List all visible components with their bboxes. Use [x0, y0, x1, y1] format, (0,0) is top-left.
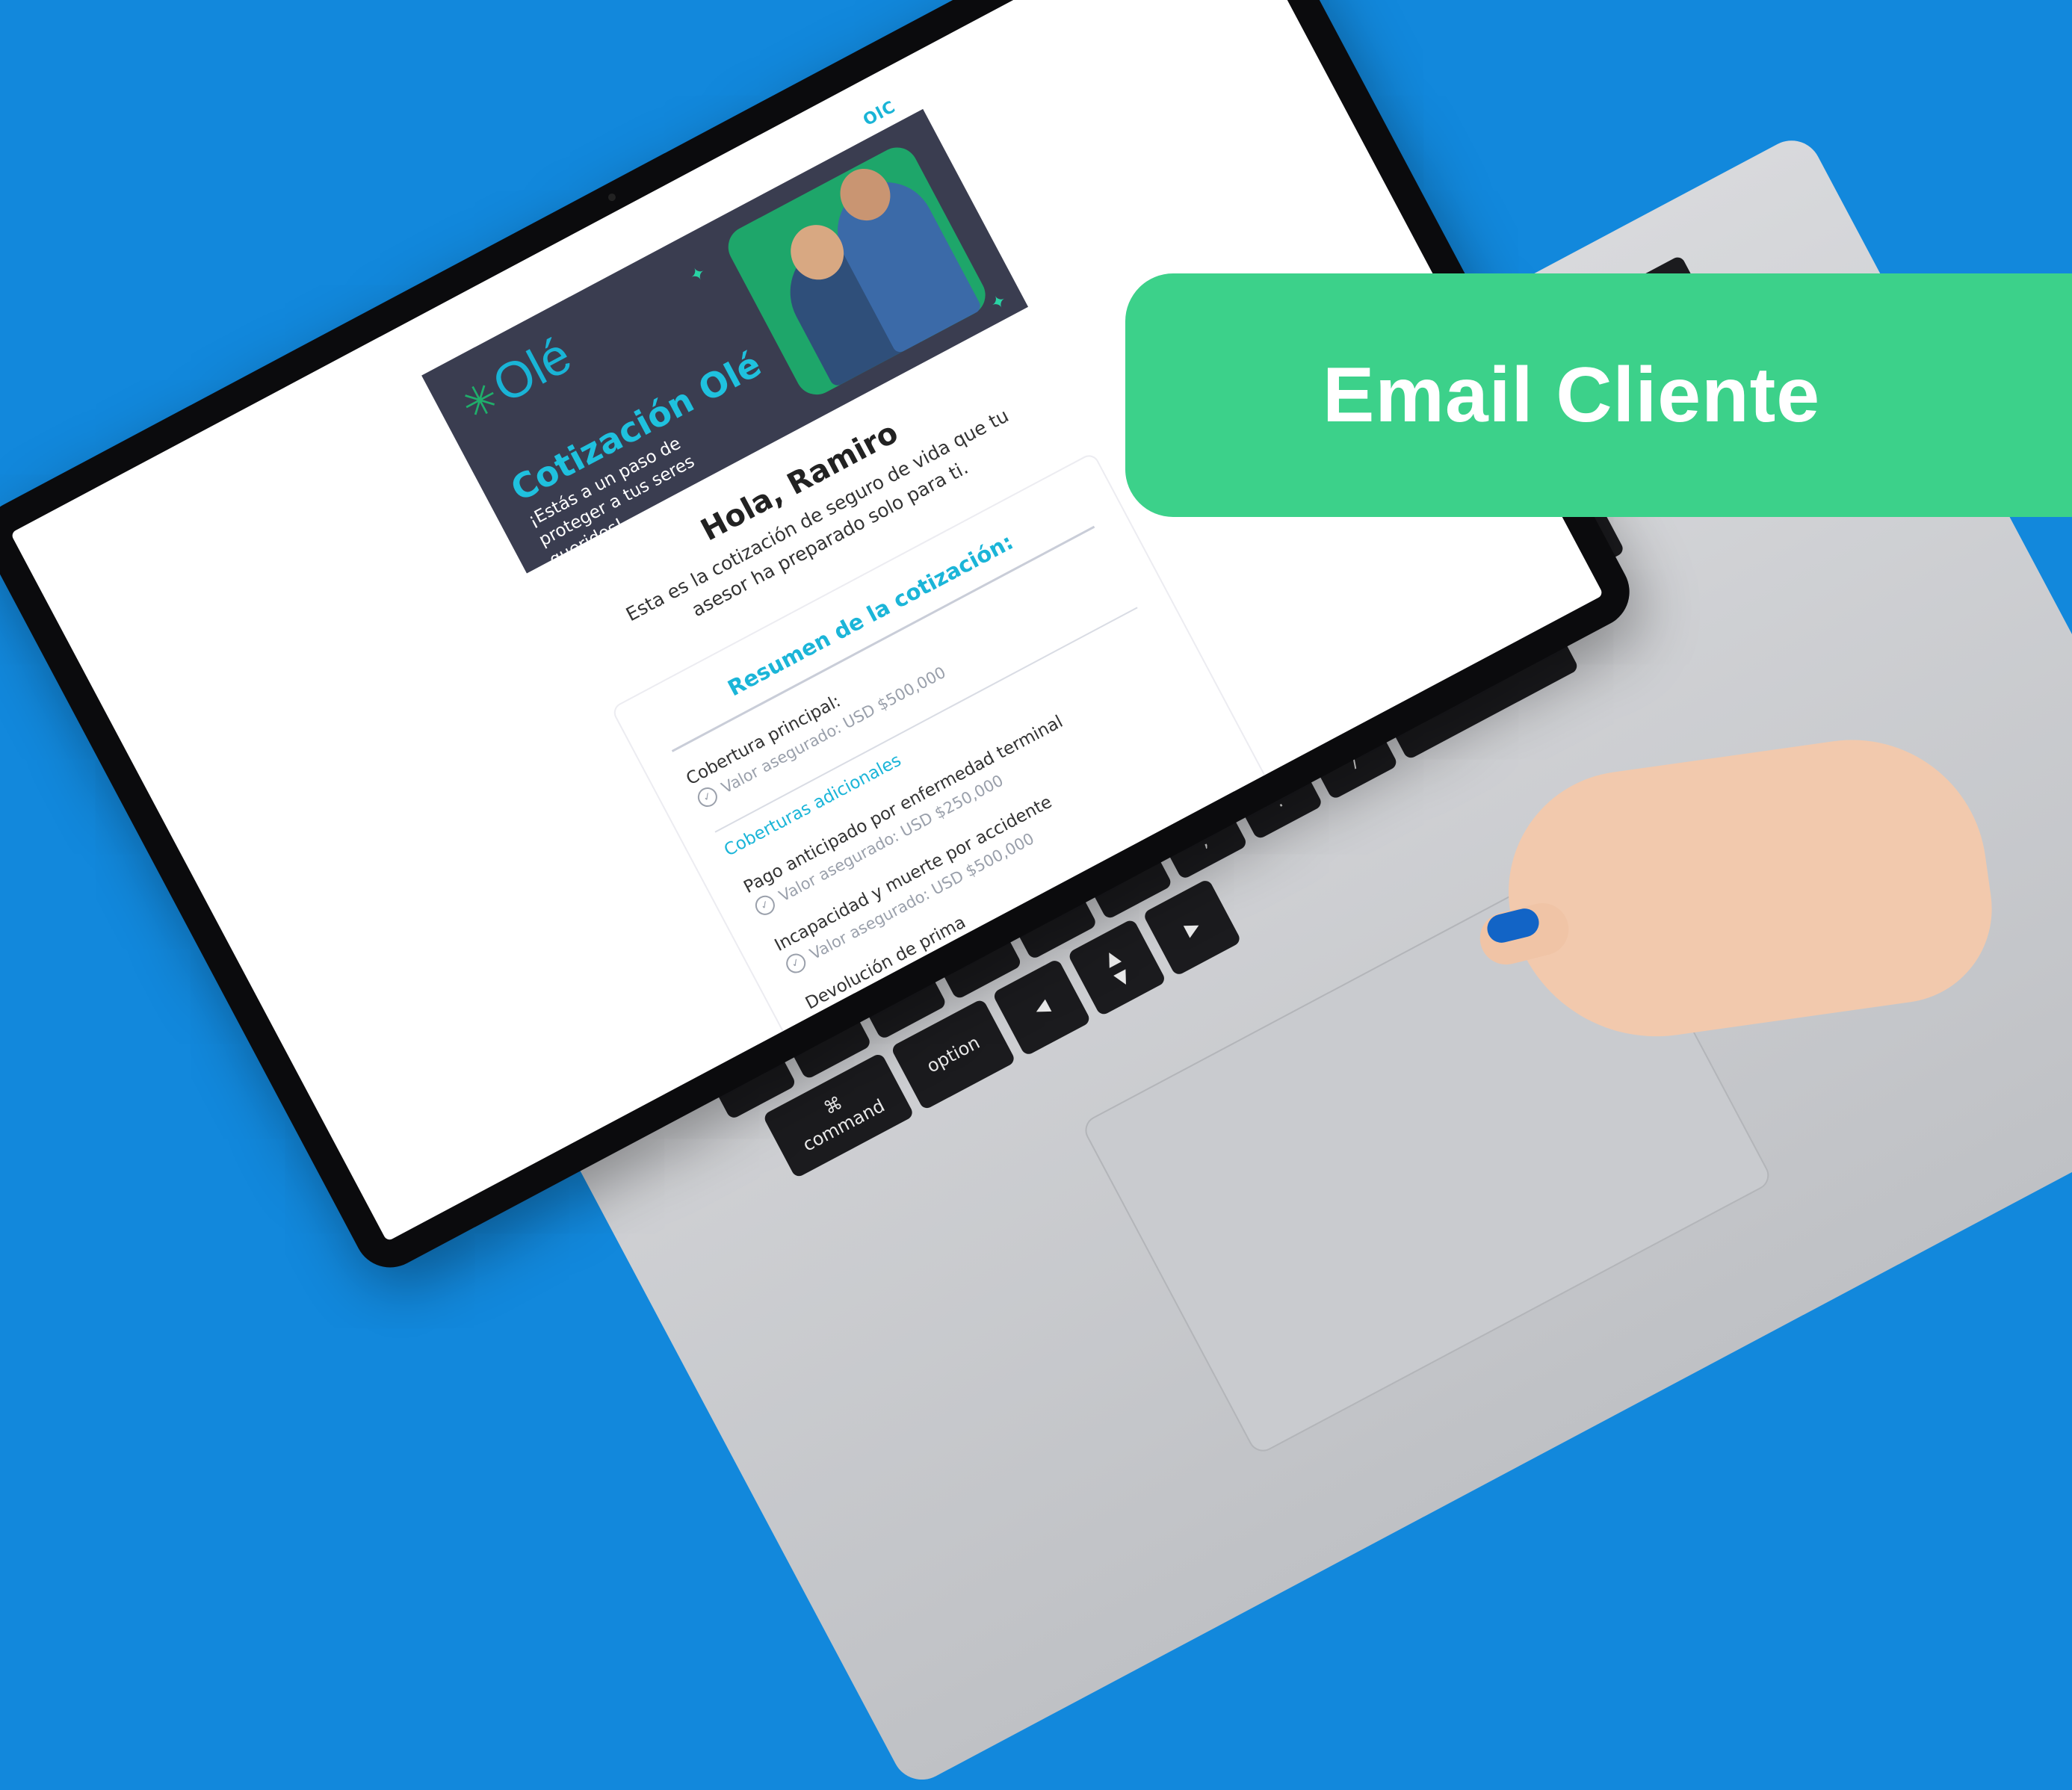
brand-logo: ✳Olé	[454, 326, 581, 430]
check-icon: ✓	[694, 784, 721, 811]
sparkle-icon: ✦	[987, 289, 1011, 315]
sparkle-icon: ✦	[686, 261, 710, 288]
family-photo	[720, 140, 993, 403]
badge-label: Email Cliente	[1323, 351, 1821, 439]
check-icon: ✓	[813, 1008, 841, 1035]
photo-scene: esc~! 1@ 2# 3$ 4% 5^ 6& 7* 8( 9) 0_ -+ =…	[0, 0, 2072, 1790]
check-icon: ✓	[782, 950, 809, 977]
webcam	[607, 192, 617, 202]
check-icon: ✓	[752, 892, 779, 919]
email-cliente-badge: Email Cliente	[1125, 273, 2072, 517]
